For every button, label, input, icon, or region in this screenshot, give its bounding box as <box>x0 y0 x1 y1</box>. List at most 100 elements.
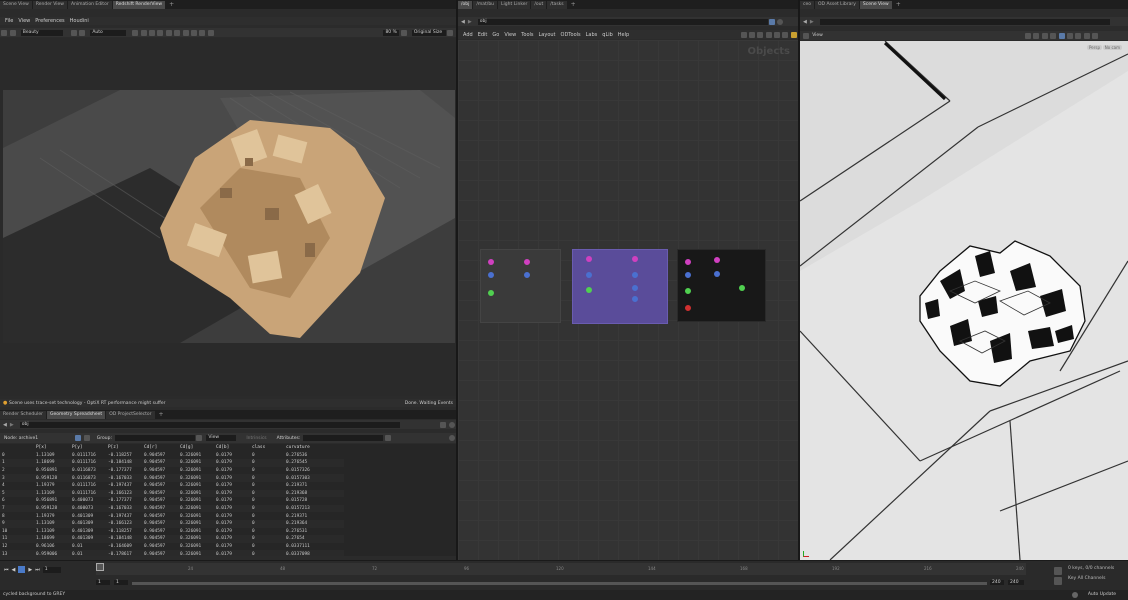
lock-icon[interactable] <box>132 29 139 36</box>
auto-select[interactable]: Auto <box>90 29 127 36</box>
menu-labs[interactable]: Labs <box>586 32 598 38</box>
tool-move-icon[interactable] <box>1025 32 1031 39</box>
tab-scene-view[interactable]: Scene View <box>0 0 32 9</box>
info-icon[interactable] <box>765 31 772 38</box>
menu-qlib[interactable]: qLib <box>602 32 613 38</box>
table-row[interactable]: 7 0.959128 0.400073 -0.167033 0.904597 0.3260… <box>0 504 344 513</box>
pin-icon[interactable] <box>768 18 775 25</box>
tab-mat[interactable]: /mat/bu <box>473 0 498 9</box>
group-field[interactable] <box>114 435 195 441</box>
column-header[interactable]: Cd[b] <box>214 444 250 452</box>
grid-icon[interactable] <box>174 29 181 36</box>
table-row[interactable]: 8 1.19379 0.401309 -0.197437 0.904597 0.32609… <box>0 512 344 520</box>
key-all-channels[interactable]: Key All Channels <box>1068 576 1105 581</box>
attr-filter-icon[interactable] <box>384 435 391 441</box>
forward-arrow-icon[interactable]: ▶ <box>468 19 472 25</box>
table-row[interactable]: 12 0.96106 0.01 -0.164609 0.904597 0.326091 0.… <box>0 542 344 551</box>
jump-end-icon[interactable]: ⏭ <box>35 567 40 573</box>
tab-geometry-spreadsheet[interactable]: Geometry Spreadsheet <box>46 410 106 419</box>
range-slider[interactable] <box>132 582 987 585</box>
cam-menu[interactable]: No cam <box>1102 45 1122 50</box>
tab-scene-view[interactable]: Scene View <box>859 0 892 9</box>
snapshot-icon[interactable] <box>70 29 77 36</box>
render-flag-icon[interactable] <box>1092 32 1098 39</box>
forward-arrow-icon[interactable]: ▶ <box>810 19 814 25</box>
fit-icon[interactable] <box>165 29 172 36</box>
table-row[interactable]: 2 0.956891 0.0116873 -0.177377 0.904597 0.326… <box>0 466 344 475</box>
menu-preferences[interactable]: Preferences <box>35 18 64 24</box>
sticky-icon[interactable] <box>782 31 789 38</box>
update-mode-icon[interactable] <box>1072 592 1078 598</box>
grid-icon[interactable] <box>757 31 764 38</box>
table-row[interactable]: 1 1.18699 0.0111716 -0.184148 0.904597 0.3260… <box>0 459 344 467</box>
hdr-icon[interactable] <box>182 29 189 36</box>
range-end-field[interactable]: 240 <box>990 580 1004 585</box>
column-header[interactable]: P[x] <box>34 444 70 452</box>
range-start-field[interactable]: 1 <box>96 580 110 585</box>
table-row[interactable]: 9 1.13109 0.401309 -0.166123 0.904597 0.32609… <box>0 519 344 528</box>
menu-tools[interactable]: Tools <box>521 32 533 38</box>
column-header[interactable]: P[y] <box>70 444 106 452</box>
table-row[interactable]: 11 1.18699 0.401309 -0.184148 0.904597 0.3260… <box>0 535 344 543</box>
shading-icon[interactable] <box>1083 32 1090 39</box>
column-header[interactable]: Cd[r] <box>142 444 178 452</box>
menu-view[interactable]: View <box>18 18 30 24</box>
tab-obj[interactable]: /obj <box>458 0 473 9</box>
table-row[interactable]: 13 0.959006 0.01 -0.178617 0.904597 0.326091 0… <box>0 550 344 556</box>
scene-viewport[interactable]: Persp No cam <box>800 41 1128 560</box>
tab-od-asset-library[interactable]: OD Asset Library <box>815 0 859 9</box>
settings-gear-icon[interactable] <box>447 29 453 36</box>
jump-start-icon[interactable]: ⏮ <box>4 567 9 573</box>
save-image-icon[interactable] <box>190 29 197 36</box>
back-arrow-icon[interactable]: ◀ <box>461 19 465 25</box>
column-header[interactable] <box>0 444 34 452</box>
wrench-icon[interactable] <box>740 31 747 38</box>
region-icon[interactable] <box>140 29 147 36</box>
filter-icon[interactable] <box>196 435 203 441</box>
auto-update-toggle[interactable]: Auto Update <box>1088 592 1116 597</box>
network-editor[interactable]: Objects <box>458 40 798 560</box>
refresh-icon[interactable] <box>199 29 206 36</box>
menu-layout[interactable]: Layout <box>539 32 556 38</box>
wireframe-icon[interactable] <box>1075 32 1082 39</box>
range-start2-field[interactable]: 1 <box>114 580 128 585</box>
network-path-field[interactable]: obj <box>19 421 400 428</box>
timeline-ruler[interactable]: 124487296120144168192216240 <box>96 563 1026 575</box>
pin-icon[interactable] <box>440 421 447 428</box>
stop-icon[interactable] <box>18 566 26 573</box>
attributes-field[interactable] <box>303 435 384 441</box>
pick-icon[interactable] <box>149 29 156 36</box>
tab-light-linker[interactable]: Light Linker <box>498 0 531 9</box>
stop-icon[interactable] <box>207 29 214 36</box>
display-icon[interactable] <box>1066 32 1073 39</box>
menu-houdini[interactable]: Houdini <box>70 18 89 24</box>
network-path-field[interactable]: obj <box>477 18 768 25</box>
viewport-path-field[interactable] <box>819 18 1110 25</box>
current-frame-field[interactable]: 1 <box>42 566 61 573</box>
column-header[interactable]: P[z] <box>106 444 142 452</box>
tool-select-icon[interactable] <box>1033 32 1040 39</box>
table-row[interactable]: 5 1.13109 0.0111716 -0.166123 0.904597 0.3260… <box>0 489 344 498</box>
tab-out[interactable]: /out <box>531 0 547 9</box>
menu-view[interactable]: View <box>504 32 516 38</box>
tab-tasks[interactable]: /tasks <box>547 0 567 9</box>
add-tab-icon[interactable]: + <box>893 1 904 9</box>
playhead[interactable] <box>96 563 104 571</box>
help-circle-icon[interactable] <box>448 435 455 441</box>
view-icon[interactable] <box>803 32 809 39</box>
menu-add[interactable]: Add <box>463 32 473 38</box>
primitives-mode-icon[interactable] <box>83 435 90 441</box>
camera-icon[interactable] <box>1 29 8 36</box>
play-icon[interactable]: ▶ <box>28 567 32 573</box>
help-icon[interactable] <box>448 421 455 428</box>
menu-help[interactable]: Help <box>618 32 629 38</box>
tab-render-view[interactable]: Render View <box>32 0 67 9</box>
table-row[interactable]: 6 0.956891 0.400073 -0.177377 0.904597 0.3260… <box>0 497 344 505</box>
zoom-dropdown-icon[interactable] <box>400 29 407 36</box>
add-tab-icon[interactable]: + <box>156 411 167 419</box>
layers-icon[interactable] <box>9 29 16 36</box>
folder-icon[interactable] <box>790 31 797 38</box>
aov-select[interactable]: Beauty <box>20 29 63 36</box>
tool-brush-icon[interactable] <box>1041 32 1048 39</box>
table-row[interactable]: 0 1.13109 0.0111716 -0.118257 0.904597 0.3260… <box>0 451 344 460</box>
